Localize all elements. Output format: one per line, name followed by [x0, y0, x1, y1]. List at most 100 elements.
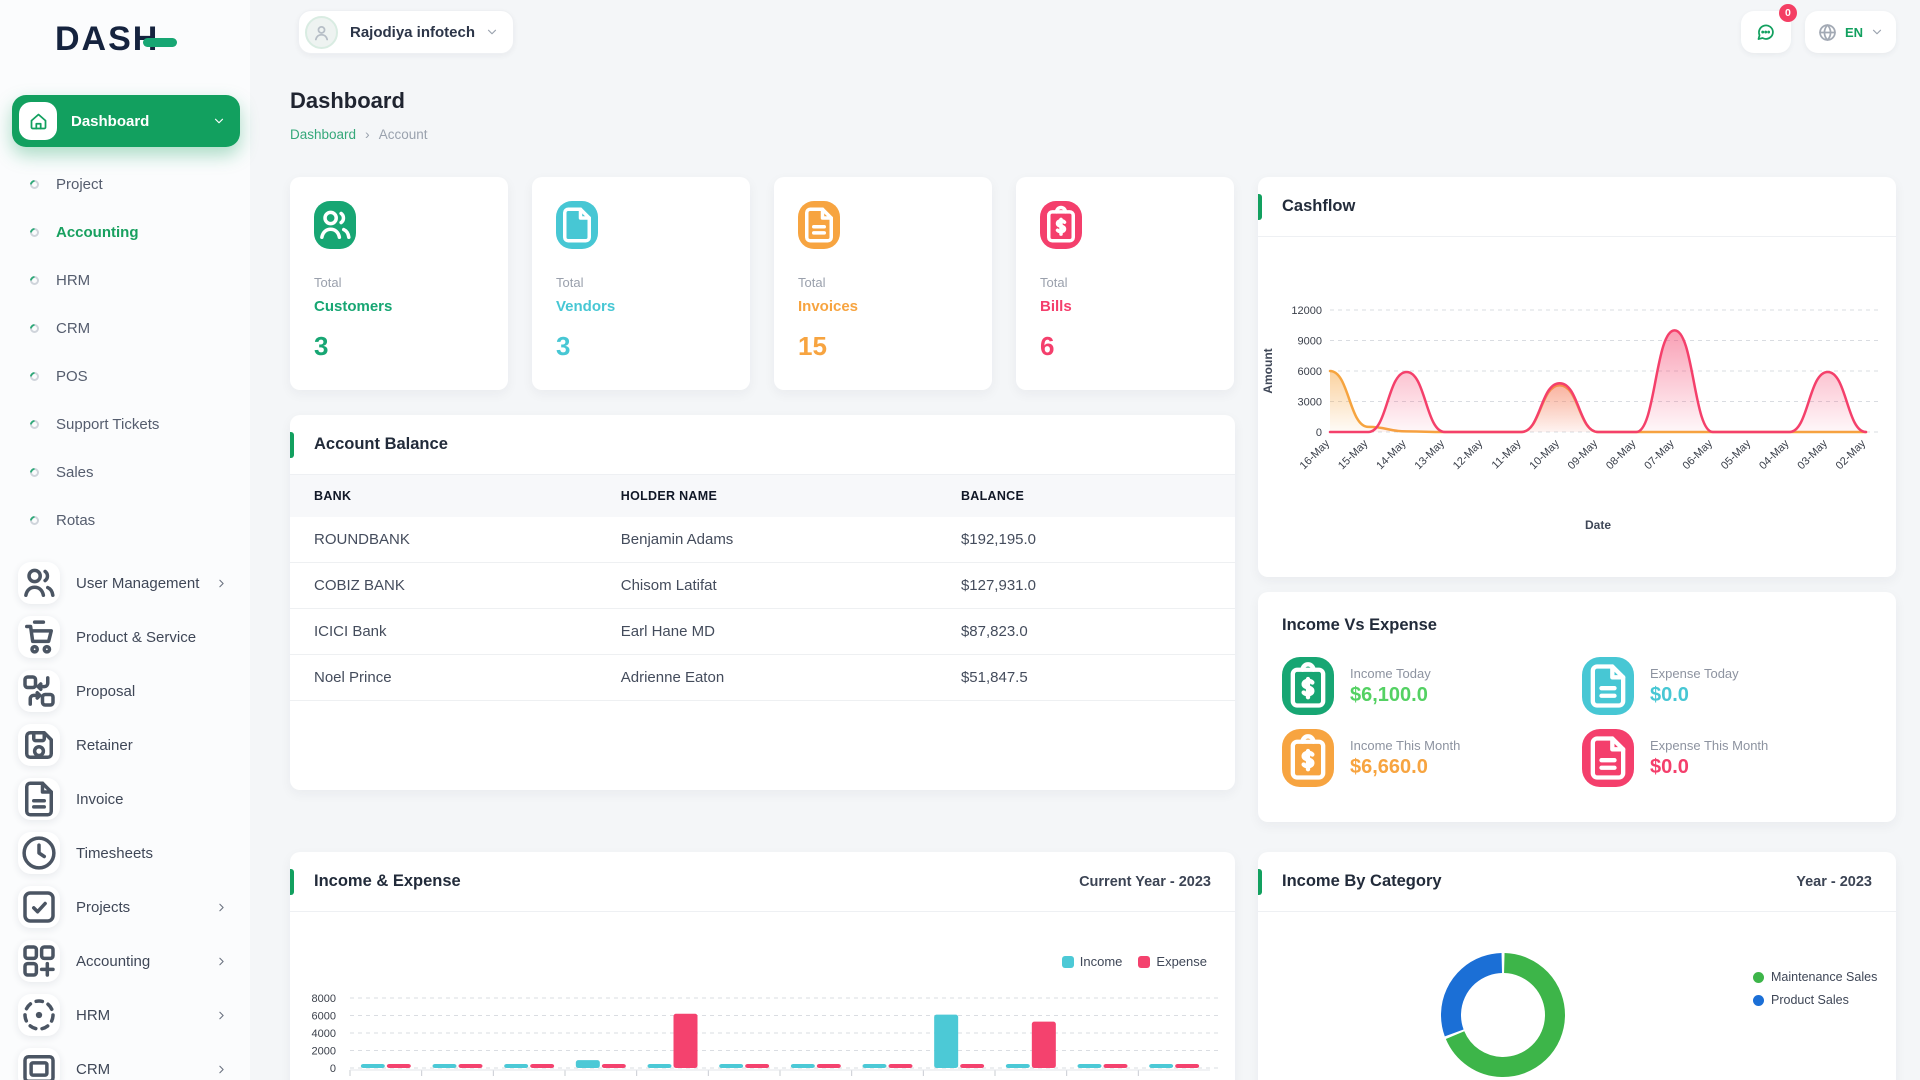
bullet-icon	[28, 418, 41, 431]
legend-item[interactable]: Maintenance Sales	[1753, 970, 1877, 984]
cart-icon	[18, 616, 60, 658]
sidebar-item-label: Proposal	[76, 683, 228, 700]
table-header: BANKHOLDER NAMEBALANCE	[290, 475, 1235, 517]
sidebar-subitem-rotas[interactable]: Rotas	[0, 496, 250, 544]
sidebar-item-projects[interactable]: Projects	[0, 880, 250, 934]
panel-title: Cashflow	[1282, 197, 1355, 216]
account-balance-panel: Account Balance BANKHOLDER NAMEBALANCE R…	[290, 415, 1235, 790]
svg-text:4000: 4000	[312, 1028, 336, 1040]
users-icon	[18, 562, 60, 604]
stat-card-label: Bills	[1040, 298, 1210, 315]
stat-card-value: 15	[798, 331, 968, 362]
sidebar-item-timesheets[interactable]: Timesheets	[0, 826, 250, 880]
panel-header: Cashflow	[1258, 177, 1896, 237]
panel-header: Income & Expense Current Year - 2023	[290, 852, 1235, 912]
income-vs-expense-panel: Income Vs Expense Income Today$6,100.0Ex…	[1258, 592, 1896, 822]
svg-text:3000: 3000	[1298, 397, 1322, 409]
sidebar-item-invoice[interactable]: Invoice	[0, 772, 250, 826]
svg-text:6000: 6000	[1298, 366, 1322, 378]
save-icon	[18, 724, 60, 766]
column-header: BANK	[290, 475, 621, 517]
income-expense-chart-panel: Income & Expense Current Year - 2023 Inc…	[290, 852, 1235, 1080]
income-expense-bar-chart: 80006000400020000	[290, 982, 1235, 1080]
sidebar-item-label: Invoice	[76, 791, 228, 808]
sidebar-subitem-project[interactable]: Project	[0, 160, 250, 208]
panel-subtitle: Current Year - 2023	[1079, 874, 1211, 890]
legend-swatch	[1138, 956, 1150, 968]
sidebar-dashboard-submenu: ProjectAccounting HRM CRM POSSupport Ticket…	[0, 160, 250, 544]
panel-header: Income By Category Year - 2023	[1258, 852, 1896, 912]
sidebar-item-dashboard[interactable]: Dashboard	[12, 95, 240, 147]
chevron-right-icon	[215, 901, 228, 914]
focus-icon	[18, 994, 60, 1036]
sidebar-subitem-support-tickets[interactable]: Support Tickets	[0, 400, 250, 448]
sidebar-item-label: CRM	[76, 1061, 215, 1078]
svg-text:16-May: 16-May	[1298, 437, 1333, 472]
svg-text:07-May: 07-May	[1642, 437, 1677, 472]
legend-item[interactable]: Income	[1062, 954, 1123, 969]
svg-text:Amount: Amount	[1261, 348, 1275, 393]
topbar: Rajodiya infotech 0 EN	[250, 0, 1920, 64]
svg-text:06-May: 06-May	[1681, 437, 1716, 472]
breadcrumb-dashboard-link[interactable]: Dashboard	[290, 127, 356, 142]
legend-item[interactable]: Product Sales	[1753, 993, 1877, 1007]
sidebar-subitem-accounting[interactable]: Accounting	[0, 208, 250, 256]
sidebar-subitem-label: HRM	[56, 272, 90, 289]
table-cell: Chisom Latifat	[621, 563, 961, 609]
clipboard-dollar-icon	[1282, 729, 1334, 787]
panel-header: Account Balance	[290, 415, 1235, 475]
sidebar-item-label: Projects	[76, 899, 215, 916]
sidebar-item-product-service[interactable]: Product & Service	[0, 610, 250, 664]
ive-label: Income This Month	[1350, 738, 1460, 753]
svg-text:0: 0	[330, 1063, 336, 1075]
table-row: Noel PrinceAdrienne Eaton$51,847.5	[290, 655, 1235, 701]
chevron-down-icon	[1870, 25, 1884, 39]
svg-text:14-May: 14-May	[1374, 437, 1409, 472]
legend-label: Product Sales	[1771, 993, 1849, 1007]
cashflow-chart: 12000900060003000016-May15-May14-May13-M…	[1258, 237, 1896, 577]
table-cell: $51,847.5	[961, 655, 1235, 701]
stat-card-label: Invoices	[798, 298, 968, 315]
svg-text:02-May: 02-May	[1834, 437, 1869, 472]
company-switcher[interactable]: Rajodiya infotech	[298, 10, 514, 54]
bullet-icon	[28, 178, 41, 191]
language-selector[interactable]: EN	[1805, 11, 1896, 53]
ive-label: Income Today	[1350, 666, 1431, 681]
bullet-icon	[28, 514, 41, 527]
sidebar-item-crm[interactable]: CRM	[0, 1042, 250, 1080]
sidebar-subitem-pos[interactable]: POS	[0, 352, 250, 400]
svg-text:9000: 9000	[1298, 336, 1322, 348]
sidebar-item-label: Product & Service	[76, 629, 228, 646]
income-vs-expense-grid: Income Today$6,100.0Expense Today$0.0Inc…	[1258, 635, 1896, 809]
ive-label: Expense This Month	[1650, 738, 1768, 753]
svg-text:6000: 6000	[312, 1011, 336, 1023]
table-row: ICICI BankEarl Hane MD$87,823.0	[290, 609, 1235, 655]
ive-value: $6,660.0	[1350, 756, 1460, 779]
sidebar-item-proposal[interactable]: Proposal	[0, 664, 250, 718]
sidebar-subitem-label: CRM	[56, 320, 90, 337]
svg-text:08-May: 08-May	[1604, 437, 1639, 472]
file-lines-icon	[1582, 729, 1634, 787]
sidebar-subitem-crm[interactable]: CRM	[0, 304, 250, 352]
sidebar-subitem-hrm[interactable]: HRM	[0, 256, 250, 304]
legend-item[interactable]: Expense	[1138, 954, 1207, 969]
checkbox-icon	[18, 886, 60, 928]
table-cell: $127,931.0	[961, 563, 1235, 609]
messages-button[interactable]: 0	[1741, 11, 1791, 53]
sidebar-item-accounting[interactable]: Accounting	[0, 934, 250, 988]
sidebar-item-retainer[interactable]: Retainer	[0, 718, 250, 772]
sidebar-subitem-sales[interactable]: Sales	[0, 448, 250, 496]
sidebar-subitem-label: Sales	[56, 464, 94, 481]
sidebar-item-user-management[interactable]: User Management	[0, 556, 250, 610]
ive-value: $6,100.0	[1350, 684, 1431, 707]
clock-icon	[18, 832, 60, 874]
bullet-icon	[28, 370, 41, 383]
stat-card-kicker: Total	[798, 275, 968, 290]
sidebar-item-hrm[interactable]: HRM	[0, 988, 250, 1042]
svg-text:12-May: 12-May	[1451, 437, 1486, 472]
svg-text:0: 0	[1316, 427, 1322, 439]
table-cell: $87,823.0	[961, 609, 1235, 655]
legend-swatch	[1062, 956, 1074, 968]
income-by-category-panel: Income By Category Year - 2023 Maintenan…	[1258, 852, 1896, 1080]
sidebar-item-label: HRM	[76, 1007, 215, 1024]
